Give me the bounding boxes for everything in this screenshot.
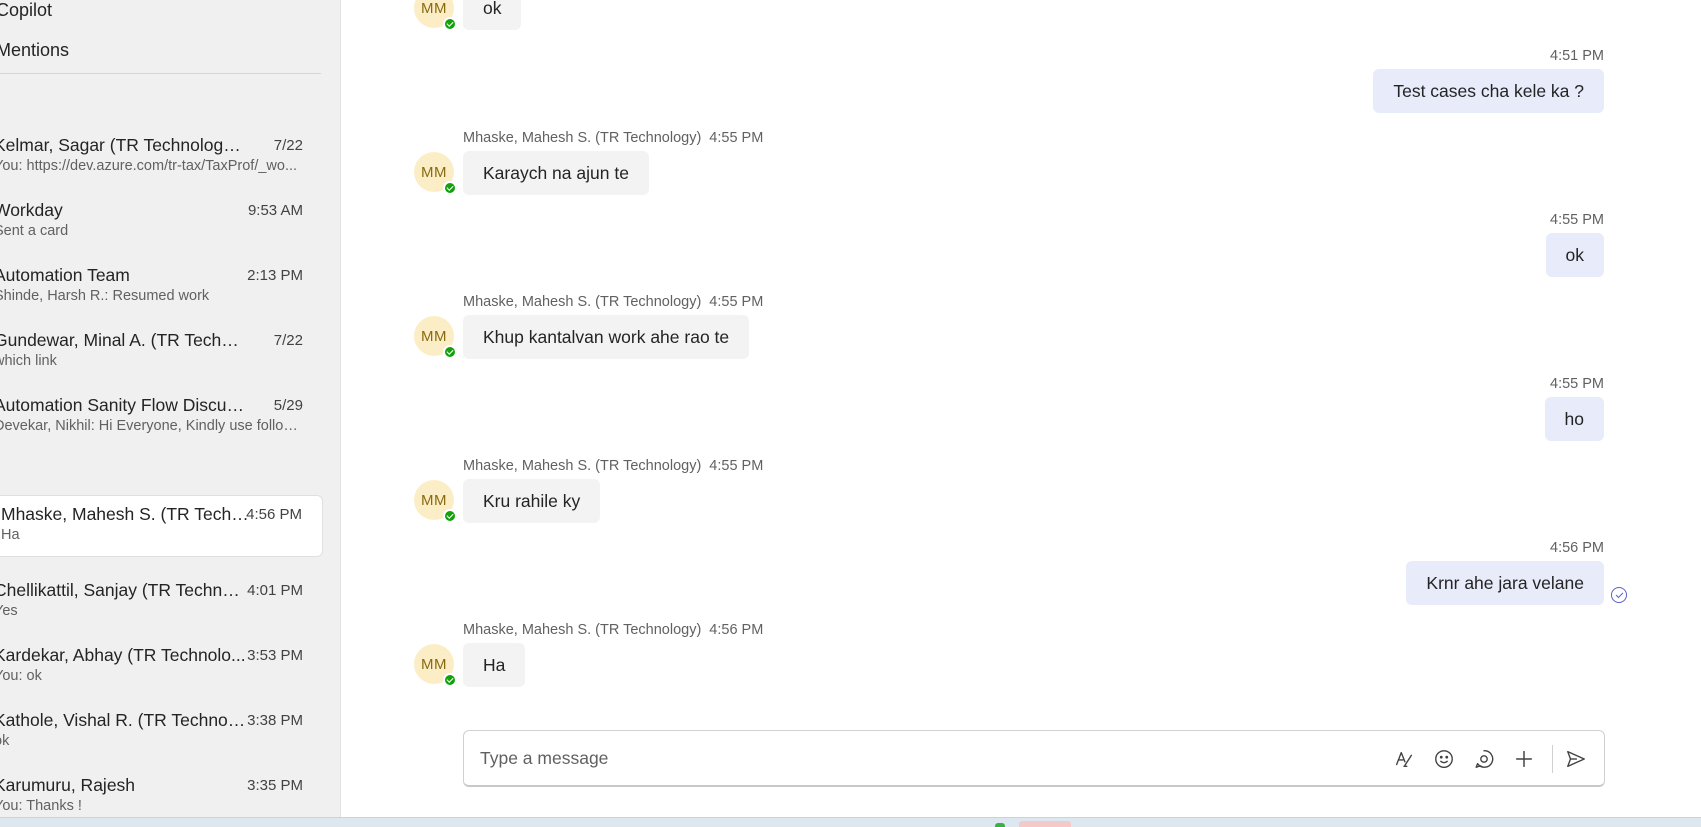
message-bubble-incoming[interactable]: Khup kantalvan work ahe rao te xyxy=(463,315,750,359)
chat-list-item[interactable]: Chellikattil, Sanjay (TR Technol... 4:01… xyxy=(0,572,323,634)
nav-item-copilot[interactable]: Copilot xyxy=(0,0,52,21)
loop-icon[interactable] xyxy=(1470,745,1498,773)
message-bubble-outgoing[interactable]: ok xyxy=(1545,233,1604,277)
message-bubble-outgoing[interactable]: ho xyxy=(1544,397,1604,441)
chat-list-item[interactable]: Automation Team 2:13 PM Shinde, Harsh R.… xyxy=(0,257,323,319)
message-sender: Mhaske, Mahesh S. (TR Technology) xyxy=(463,622,702,638)
chat-time: 9:53 AM xyxy=(247,202,303,219)
message-meta: Mhaske, Mahesh S. (TR Technology) 4:55 PM xyxy=(463,294,763,310)
message-meta: Mhaske, Mahesh S. (TR Technology) 4:56 PM xyxy=(463,622,763,638)
nav-divider xyxy=(0,73,321,74)
nav-item-mentions[interactable]: Mentions xyxy=(0,40,69,61)
message-sender: Mhaske, Mahesh S. (TR Technology) xyxy=(463,294,702,310)
attach-plus-icon[interactable] xyxy=(1510,745,1538,773)
chat-time: 2:13 PM xyxy=(247,267,303,284)
chat-list-item[interactable]: Kardekar, Abhay (TR Technolo... 3:53 PM … xyxy=(0,637,323,699)
chat-list-item[interactable]: Gundewar, Minal A. (TR Technolo... 7/22 … xyxy=(0,322,323,384)
chat-name: Mhaske, Mahesh S. (TR Techno... xyxy=(1,504,253,524)
taskbar-app-indicator[interactable] xyxy=(1019,821,1071,827)
chat-preview: Ha xyxy=(1,527,20,543)
presence-available-icon xyxy=(443,17,457,31)
chat-name: Kelmar, Sagar (TR Technology) (You) xyxy=(0,135,246,155)
chat-list-sidebar: Copilot Mentions Kelmar, Sagar (TR Techn… xyxy=(0,0,341,817)
chat-list-item-selected[interactable]: Mhaske, Mahesh S. (TR Techno... 4:56 PM … xyxy=(0,495,323,557)
chat-time: 3:38 PM xyxy=(247,712,303,729)
chat-list-item[interactable]: Karumuru, Rajesh 3:35 PM You: Thanks ! xyxy=(0,767,323,817)
avatar[interactable]: MM xyxy=(414,644,457,687)
avatar-initials: MM xyxy=(421,163,447,181)
chat-preview: You: Thanks ! xyxy=(0,798,82,814)
message-meta: Mhaske, Mahesh S. (TR Technology) 4:55 PM xyxy=(463,458,763,474)
chat-time: 3:35 PM xyxy=(247,777,303,794)
avatar[interactable]: MM xyxy=(414,152,457,195)
chat-name: Gundewar, Minal A. (TR Technolo... xyxy=(0,330,246,350)
chat-preview: Shinde, Harsh R.: Resumed work xyxy=(0,288,210,304)
chat-list-item[interactable]: Automation Sanity Flow Discussion 5/29 D… xyxy=(0,387,323,449)
chat-time: 7/22 xyxy=(273,137,303,154)
message-composer[interactable] xyxy=(463,730,1605,787)
send-icon[interactable] xyxy=(1562,745,1590,773)
chat-time: 4:01 PM xyxy=(247,582,303,599)
chat-name: Workday xyxy=(0,200,63,220)
message-bubble-outgoing[interactable]: Krnr ahe jara velane xyxy=(1406,561,1604,605)
avatar-initials: MM xyxy=(421,327,447,345)
presence-available-icon xyxy=(443,181,457,195)
chat-name: Chellikattil, Sanjay (TR Technol... xyxy=(0,580,246,600)
chat-time: 5/29 xyxy=(273,397,303,414)
chat-preview: Sent a card xyxy=(0,223,69,239)
format-icon[interactable] xyxy=(1390,745,1418,773)
message-timestamp: 4:56 PM xyxy=(709,622,764,638)
message-timestamp: 4:51 PM xyxy=(1550,48,1604,64)
presence-available-icon xyxy=(443,673,457,687)
message-meta: Mhaske, Mahesh S. (TR Technology) 4:55 PM xyxy=(463,130,763,146)
chat-name: Kardekar, Abhay (TR Technolo... xyxy=(0,645,246,665)
chat-preview: You: ok xyxy=(0,668,42,684)
message-sender: Mhaske, Mahesh S. (TR Technology) xyxy=(463,130,702,146)
message-timestamp: 4:55 PM xyxy=(709,130,764,146)
message-input[interactable] xyxy=(480,731,1380,786)
chat-name: Kathole, Vishal R. (TR Technolo... xyxy=(0,710,246,730)
seen-check-icon xyxy=(1611,587,1627,603)
message-timestamp: 4:55 PM xyxy=(709,294,764,310)
avatar-initials: MM xyxy=(421,655,447,673)
chat-time: 7/22 xyxy=(273,332,303,349)
chat-preview: which link xyxy=(0,353,57,369)
message-bubble-incoming[interactable]: Ha xyxy=(463,643,526,687)
chat-name: Automation Team xyxy=(0,265,130,285)
presence-available-icon xyxy=(443,345,457,359)
message-timestamp: 4:55 PM xyxy=(709,458,764,474)
chat-time: 4:56 PM xyxy=(246,506,302,523)
chat-preview: Devekar, Nikhil: Hi Everyone, Kindly use… xyxy=(0,418,304,434)
chat-name: Automation Sanity Flow Discussion xyxy=(0,395,246,415)
conversation-pane xyxy=(342,0,1701,817)
avatar[interactable]: MM xyxy=(414,480,457,523)
message-bubble-outgoing[interactable]: Test cases cha kele ka ? xyxy=(1373,69,1604,113)
message-timestamp: 4:55 PM xyxy=(1550,212,1604,228)
message-sender: Mhaske, Mahesh S. (TR Technology) xyxy=(463,458,702,474)
message-timestamp: 4:56 PM xyxy=(1550,540,1604,556)
message-timestamp: 4:55 PM xyxy=(1550,376,1604,392)
taskbar-app-indicator[interactable] xyxy=(995,823,1005,827)
avatar[interactable]: MM xyxy=(414,316,457,359)
presence-available-icon xyxy=(443,509,457,523)
message-bubble-incoming[interactable]: Karaych na ajun te xyxy=(463,151,649,195)
chat-preview: Yes xyxy=(0,603,18,619)
chat-preview: ok xyxy=(0,733,10,749)
emoji-icon[interactable] xyxy=(1430,745,1458,773)
avatar-initials: MM xyxy=(421,491,447,509)
toolbar-divider xyxy=(1552,745,1553,773)
message-bubble-incoming[interactable]: ok xyxy=(463,0,522,30)
chat-preview: You: https://dev.azure.com/tr-tax/TaxPro… xyxy=(0,158,298,174)
message-bubble-incoming[interactable]: Kru rahile ky xyxy=(463,479,601,523)
chat-list-item[interactable]: Kathole, Vishal R. (TR Technolo... 3:38 … xyxy=(0,702,323,764)
chat-list-item[interactable]: Kelmar, Sagar (TR Technology) (You) 7/22… xyxy=(0,127,323,189)
avatar-initials: MM xyxy=(421,0,447,17)
chat-name: Karumuru, Rajesh xyxy=(0,775,136,795)
chat-list-item[interactable]: Workday 9:53 AM Sent a card xyxy=(0,192,323,254)
taskbar-edge xyxy=(0,817,1701,827)
chat-time: 3:53 PM xyxy=(247,647,303,664)
